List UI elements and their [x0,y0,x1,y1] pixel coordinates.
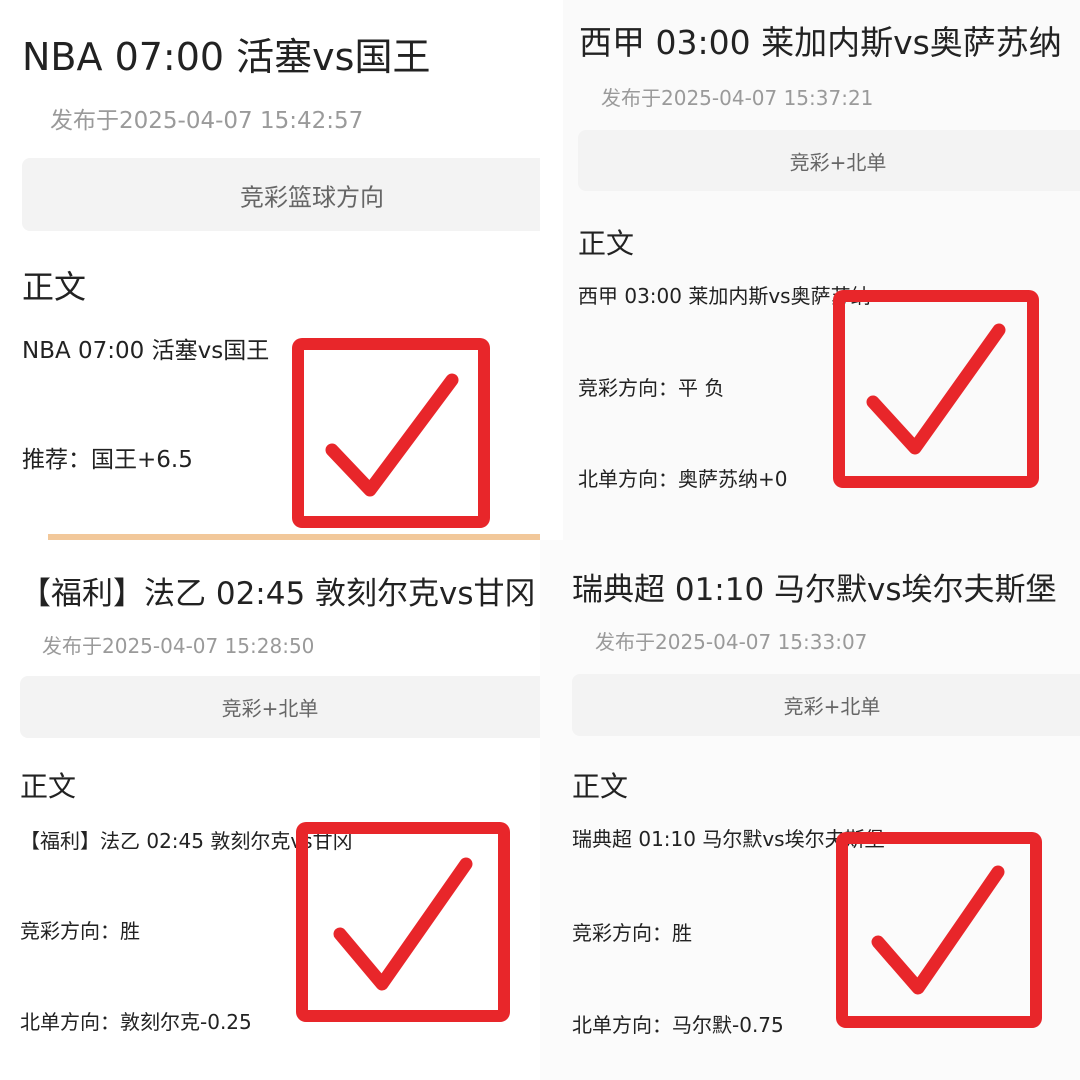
check-mark-icon [292,338,490,528]
article-card-laliga: 西甲 03:00 莱加内斯vs奥萨苏纳 发布于2025-04-07 15:37:… [563,0,1080,540]
check-mark-icon [296,822,510,1022]
article-title: 【福利】法乙 02:45 敦刻尔克vs甘冈 [20,576,536,612]
category-button[interactable]: 竞彩+北单 [578,130,1080,191]
section-heading: 正文 [572,770,629,803]
publish-date: 发布于2025-04-07 15:42:57 [50,108,364,134]
match-line: 西甲 03:00 莱加内斯vs奥萨苏纳 [578,284,871,308]
category-label: 竞彩篮球方向 [240,183,384,211]
article-title: 西甲 03:00 莱加内斯vs奥萨苏纳 [579,23,1062,62]
publish-date: 发布于2025-04-07 15:28:50 [42,634,315,658]
publish-date: 发布于2025-04-07 15:37:21 [601,86,874,110]
recommendation-line: 推荐：国王+6.5 [22,447,193,473]
jingcai-direction-line: 竞彩方向：胜 [20,919,140,943]
publish-date: 发布于2025-04-07 15:33:07 [595,630,868,654]
jingcai-direction-line: 竞彩方向：胜 [572,921,692,945]
category-label: 竞彩+北单 [789,150,887,174]
beidan-direction-line: 北单方向：马尔默-0.75 [572,1013,784,1037]
category-label: 竞彩+北单 [783,694,881,719]
check-mark-icon [836,832,1042,1028]
category-label: 竞彩+北单 [221,696,319,721]
check-mark-icon [833,290,1039,488]
category-button[interactable]: 竞彩+北单 [20,676,540,738]
section-heading: 正文 [578,227,635,260]
beidan-direction-line: 北单方向：敦刻尔克-0.25 [20,1010,252,1034]
section-heading: 正文 [22,268,87,306]
category-button[interactable]: 竞彩+北单 [572,674,1080,736]
match-line: NBA 07:00 活塞vs国王 [22,338,270,364]
article-card-nba: NBA 07:00 活塞vs国王 发布于2025-04-07 15:42:57 … [0,0,540,540]
jingcai-direction-line: 竞彩方向：平 负 [578,376,725,400]
section-heading: 正文 [20,770,77,803]
article-title: NBA 07:00 活塞vs国王 [22,35,431,79]
article-card-ligue2: 【福利】法乙 02:45 敦刻尔克vs甘冈 发布于2025-04-07 15:2… [0,540,540,1080]
article-card-allsvenskan: 瑞典超 01:10 马尔默vs埃尔夫斯堡 发布于2025-04-07 15:33… [540,540,1080,1080]
article-title: 瑞典超 01:10 马尔默vs埃尔夫斯堡 [572,572,1057,608]
category-button[interactable]: 竞彩篮球方向 [22,158,540,231]
beidan-direction-line: 北单方向：奥萨苏纳+0 [578,467,788,491]
